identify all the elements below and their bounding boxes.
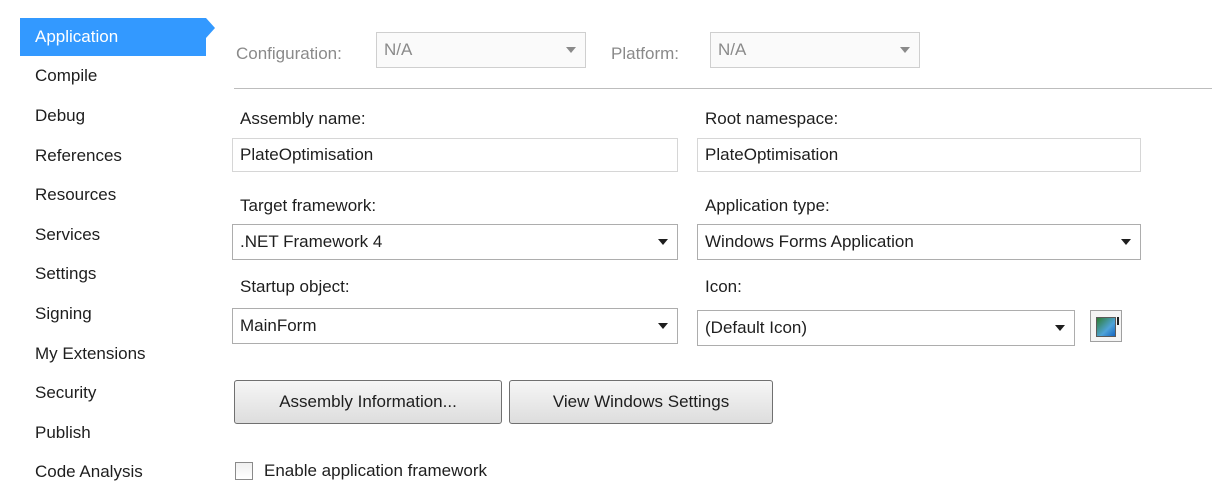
platform-label: Platform: [611, 44, 680, 63]
configuration-dropdown[interactable]: N/A [376, 32, 586, 68]
enable-application-framework-label: Enable application framework [264, 461, 488, 480]
sidebar-item-label: Code Analysis [35, 462, 143, 481]
platform-dropdown[interactable]: N/A [710, 32, 920, 68]
icon-value: (Default Icon) [705, 318, 808, 337]
divider [234, 88, 1212, 89]
assembly-name-value: PlateOptimisation [240, 145, 374, 164]
sidebar-item-label: Resources [35, 185, 117, 204]
sidebar-item-label: Application [35, 27, 119, 46]
startup-object-label: Startup object: [240, 277, 350, 296]
view-windows-settings-button[interactable]: View Windows Settings [509, 380, 773, 424]
configuration-label: Configuration: [236, 44, 342, 63]
sidebar-item-debug[interactable]: Debug [20, 97, 206, 135]
assembly-name-field[interactable]: PlateOptimisation [232, 138, 678, 172]
configuration-value: N/A [384, 40, 413, 59]
assembly-name-label: Assembly name: [240, 109, 366, 128]
target-framework-value: .NET Framework 4 [240, 232, 383, 251]
sidebar-item-label: Signing [35, 304, 92, 323]
root-namespace-label: Root namespace: [705, 109, 839, 128]
startup-object-dropdown[interactable]: MainForm [232, 308, 678, 344]
sidebar-active-pointer [206, 18, 215, 38]
application-window-icon [1090, 310, 1122, 342]
startup-object-value: MainForm [240, 316, 317, 335]
icon-label: Icon: [705, 277, 742, 296]
chevron-down-icon [1055, 325, 1065, 331]
enable-application-framework-checkbox[interactable] [235, 462, 253, 480]
sidebar-item-label: Publish [35, 423, 91, 442]
sidebar-item-label: Compile [35, 66, 98, 85]
sidebar-item-code-analysis[interactable]: Code Analysis [20, 453, 206, 491]
sidebar-item-application[interactable]: Application [20, 18, 206, 56]
sidebar-item-references[interactable]: References [20, 137, 206, 175]
chevron-down-icon [1121, 239, 1131, 245]
sidebar-item-signing[interactable]: Signing [20, 295, 206, 333]
platform-value: N/A [718, 40, 747, 59]
sidebar-item-label: References [35, 146, 122, 165]
sidebar-item-label: Services [35, 225, 101, 244]
sidebar-item-my-extensions[interactable]: My Extensions [20, 335, 206, 373]
sidebar-item-label: My Extensions [35, 344, 146, 363]
application-type-label: Application type: [705, 196, 830, 215]
window-icon-graphic [1096, 317, 1116, 337]
window-icon-mark [1117, 317, 1119, 325]
target-framework-label: Target framework: [240, 196, 377, 215]
sidebar-item-services[interactable]: Services [20, 216, 206, 254]
sidebar-item-settings[interactable]: Settings [20, 255, 206, 293]
icon-dropdown[interactable]: (Default Icon) [697, 310, 1075, 346]
root-namespace-value: PlateOptimisation [705, 145, 839, 164]
sidebar-item-compile[interactable]: Compile [20, 57, 206, 95]
target-framework-dropdown[interactable]: .NET Framework 4 [232, 224, 678, 260]
chevron-down-icon [658, 239, 668, 245]
assembly-information-button[interactable]: Assembly Information... [234, 380, 502, 424]
sidebar-item-label: Debug [35, 106, 86, 125]
chevron-down-icon [566, 47, 576, 53]
chevron-down-icon [658, 323, 668, 329]
root-namespace-field[interactable]: PlateOptimisation [697, 138, 1141, 172]
sidebar-item-security[interactable]: Security [20, 374, 206, 412]
sidebar-item-label: Security [35, 383, 97, 402]
sidebar-item-publish[interactable]: Publish [20, 414, 206, 452]
sidebar-item-label: Settings [35, 264, 97, 283]
application-type-value: Windows Forms Application [705, 232, 914, 251]
sidebar-item-resources[interactable]: Resources [20, 176, 206, 214]
application-type-dropdown[interactable]: Windows Forms Application [697, 224, 1141, 260]
chevron-down-icon [900, 47, 910, 53]
